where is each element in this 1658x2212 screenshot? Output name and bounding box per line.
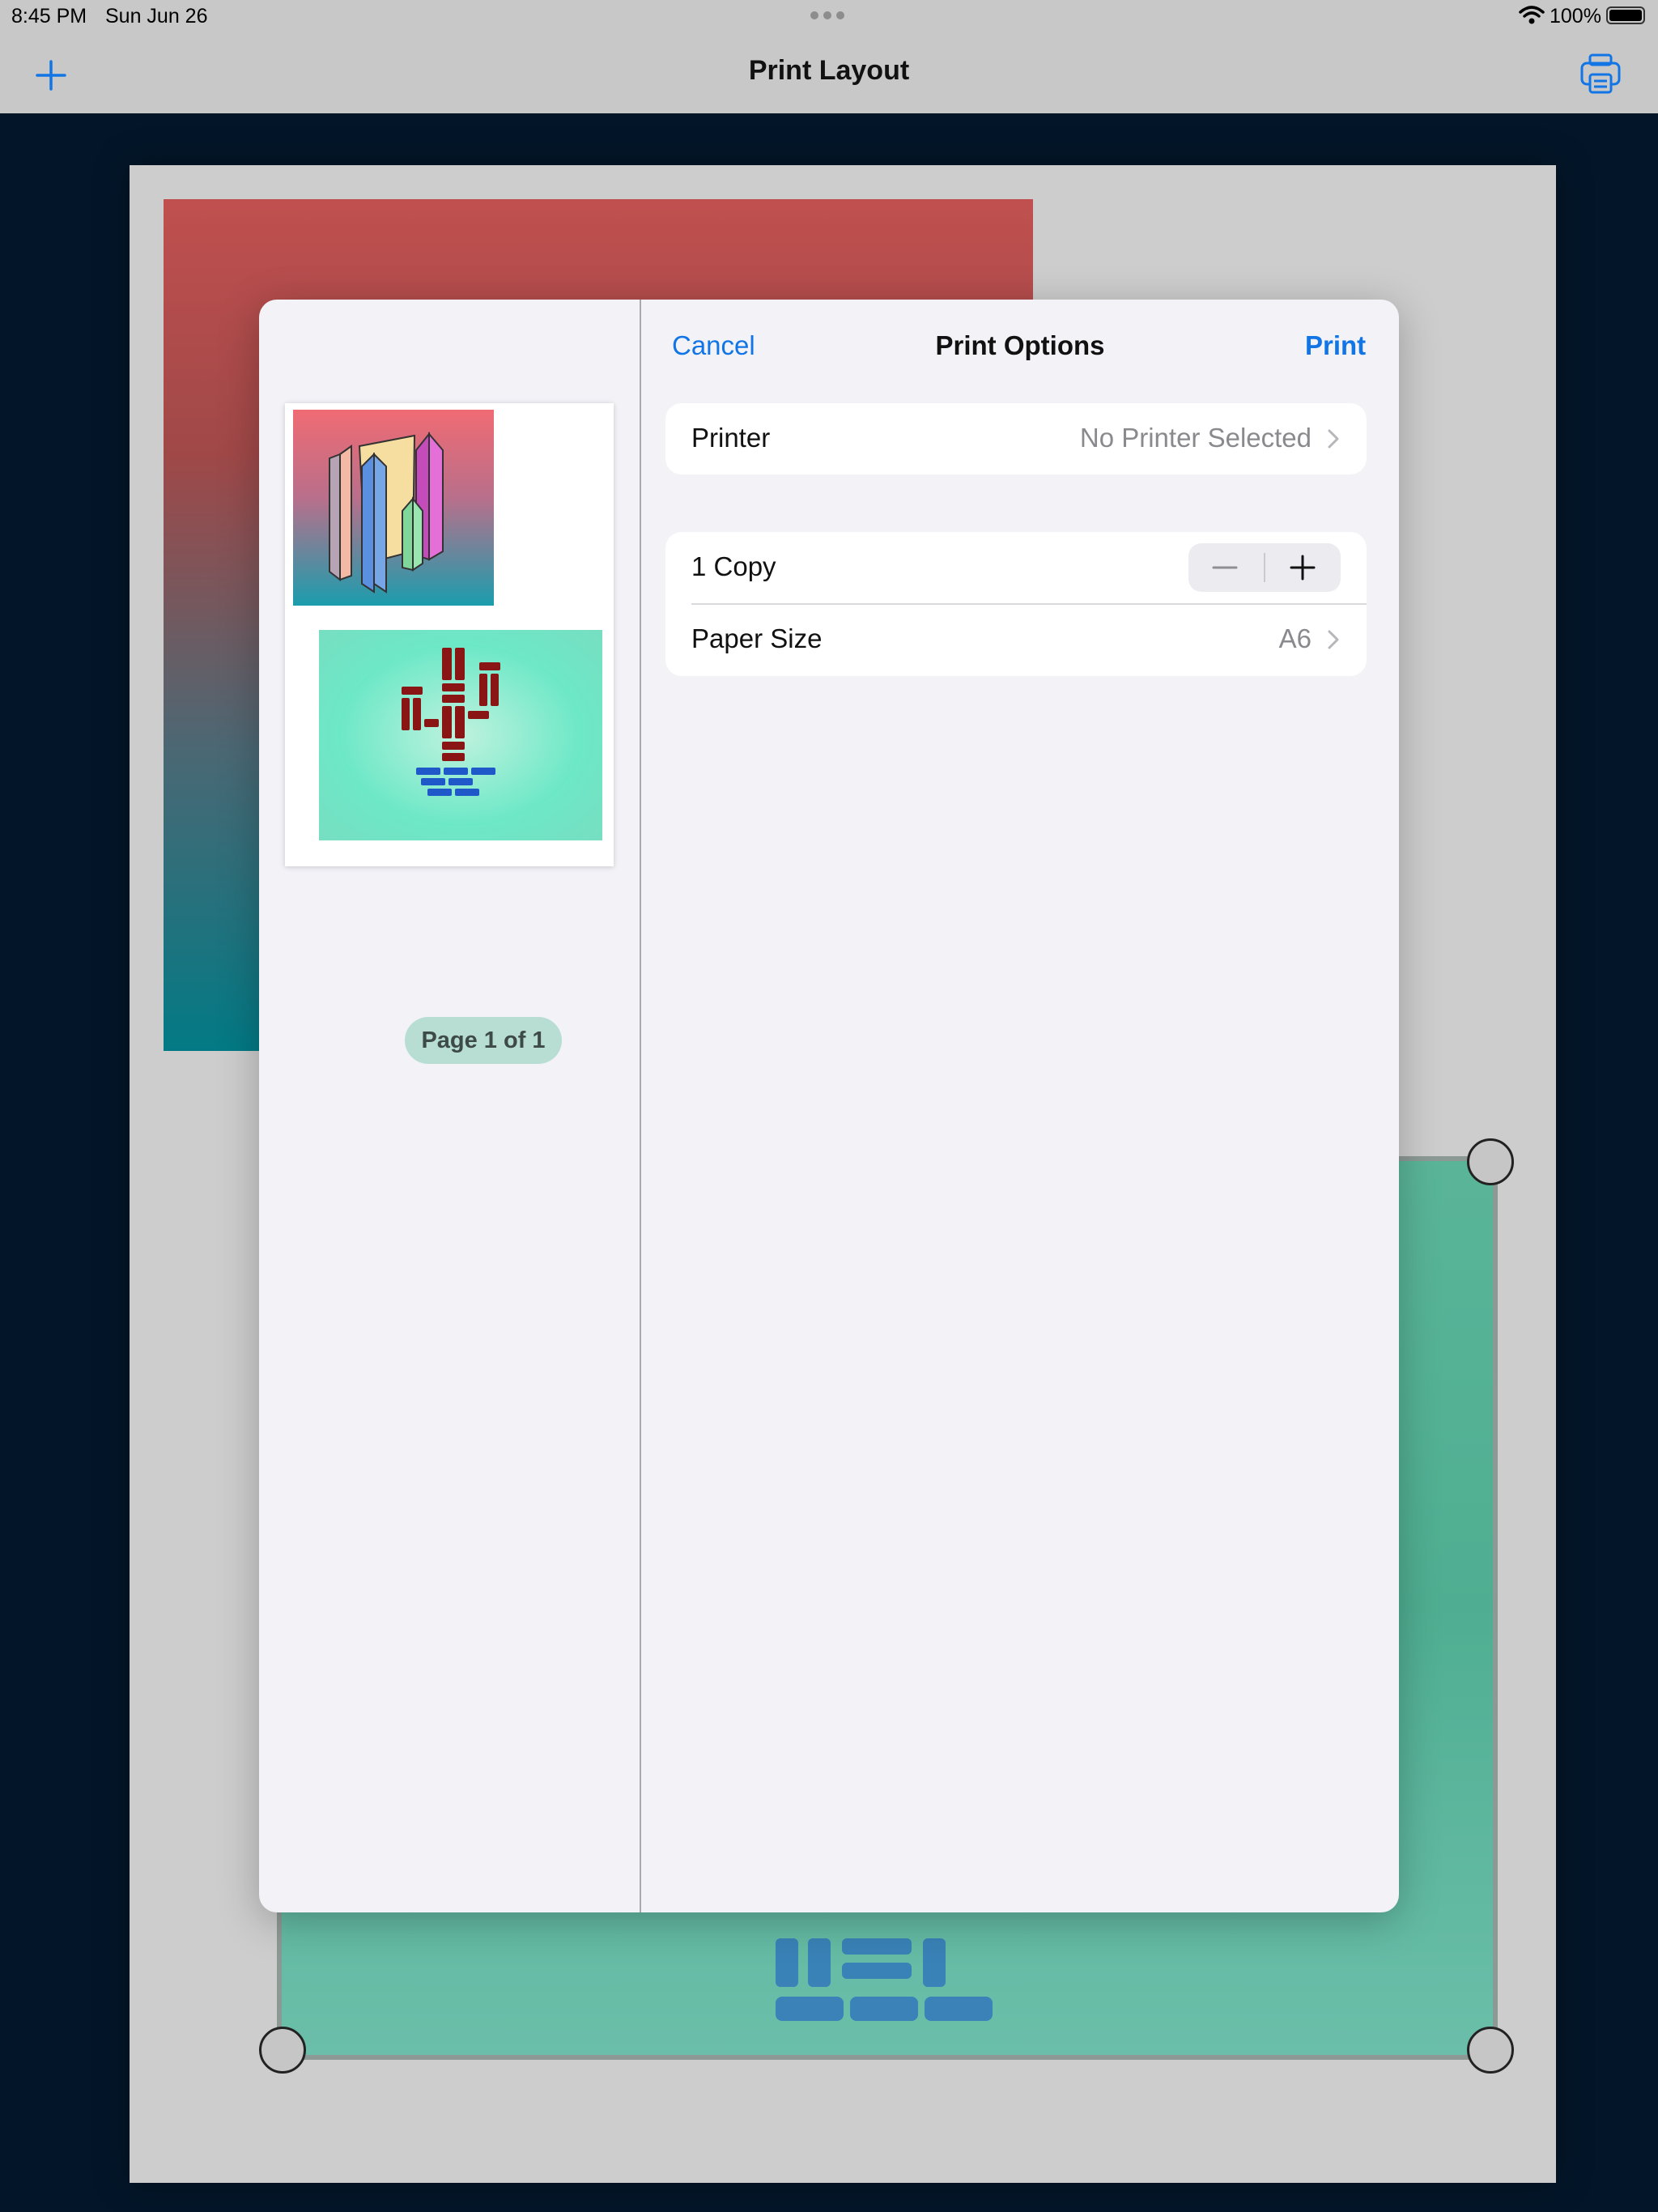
print-options-sheet: Page 1 of 1 Cancel Print Options Print P… (259, 300, 1399, 1912)
printer-row[interactable]: Printer No Printer Selected (665, 403, 1367, 474)
copies-label: 1 Copy (691, 551, 776, 581)
cactus-pattern-icon (776, 1938, 993, 2021)
preview-cactus-image: Page 1 of 1 (319, 630, 602, 1064)
minus-icon[interactable] (1211, 558, 1239, 577)
crystal-illustration (329, 432, 444, 593)
status-bar: 8:45 PM Sun Jun 26 100% (0, 0, 1658, 36)
page-title: Print Layout (748, 55, 910, 86)
printer-icon[interactable] (1579, 52, 1622, 96)
cactus-illustration (402, 648, 500, 796)
multitasking-dots-icon[interactable] (810, 11, 846, 23)
paper-size-label: Paper Size (691, 623, 823, 653)
preview-crystal-image (293, 410, 494, 606)
sheet-divider (640, 300, 641, 1912)
page-count-badge: Page 1 of 1 (405, 1017, 562, 1064)
battery-percentage: 100% (1550, 5, 1601, 28)
printer-value: No Printer Selected (1079, 423, 1312, 453)
printer-label: Printer (691, 423, 771, 453)
battery-icon (1606, 6, 1645, 24)
chevron-right-icon (1328, 630, 1339, 649)
paper-size-row[interactable]: Paper Size A6 (665, 605, 1367, 676)
stepper-divider (1264, 553, 1265, 582)
copies-paper-group: 1 Copy Paper Size A6 (665, 532, 1367, 676)
sheet-title: Print Options (935, 330, 1105, 360)
paper-size-value: A6 (1278, 623, 1312, 653)
resize-handle-top-right[interactable] (1467, 1138, 1514, 1185)
chevron-right-icon (1328, 429, 1339, 449)
resize-handle-bottom-left[interactable] (259, 2027, 306, 2074)
resize-handle-bottom-right[interactable] (1467, 2027, 1514, 2074)
navigation-bar: Print Layout (0, 36, 1658, 113)
copies-stepper[interactable] (1188, 543, 1341, 592)
status-date: Sun Jun 26 (105, 5, 208, 28)
wifi-icon (1519, 6, 1545, 24)
status-time: 8:45 PM (11, 5, 87, 28)
print-button[interactable]: Print (1305, 330, 1366, 361)
plus-icon[interactable] (1289, 554, 1316, 581)
print-preview-page[interactable]: Page 1 of 1 (285, 403, 614, 1064)
